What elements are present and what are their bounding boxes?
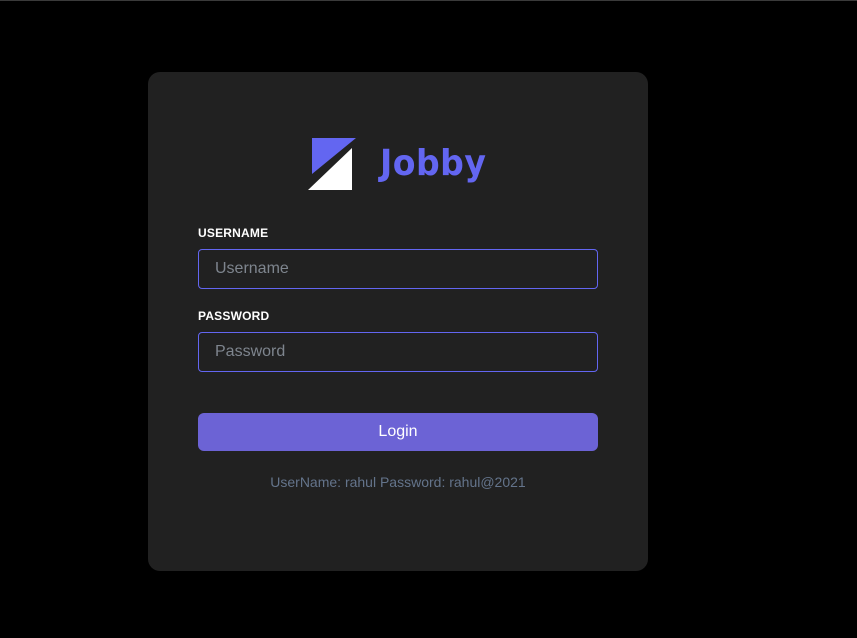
credentials-hint: UserName: rahul Password: rahul@2021: [270, 474, 526, 490]
login-card: Jobby USERNAME PASSWORD Login UserName: …: [148, 72, 648, 571]
username-input[interactable]: [198, 249, 598, 289]
top-divider: [0, 0, 857, 1]
brand-name: Jobby: [380, 143, 487, 184]
login-button[interactable]: Login: [198, 413, 598, 451]
jobby-logo-icon: [308, 138, 356, 190]
password-label: PASSWORD: [198, 309, 270, 323]
password-input[interactable]: [198, 332, 598, 372]
brand-logo: Jobby: [308, 138, 496, 190]
username-label: USERNAME: [198, 226, 269, 240]
